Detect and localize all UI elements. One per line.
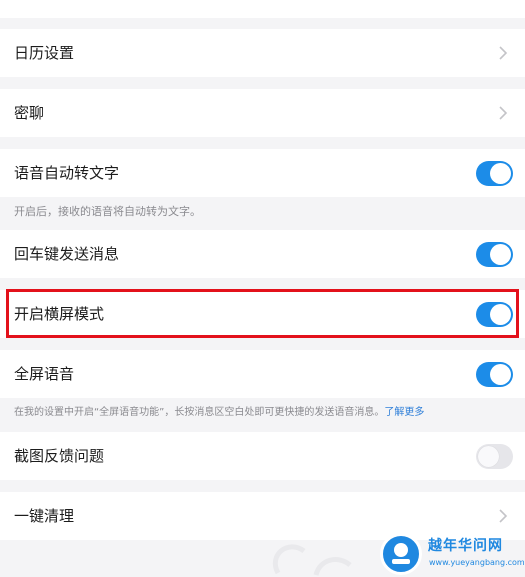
toggle-knob	[478, 446, 499, 467]
highlight-box	[6, 289, 519, 338]
secret-chat-label: 密聊	[14, 104, 45, 122]
fullscreen-voice-toggle[interactable]	[476, 362, 513, 387]
enter-send-row[interactable]: 回车键发送消息	[0, 230, 525, 278]
screenshot-feedback-label: 截图反馈问题	[14, 447, 105, 465]
fullscreen-voice-row[interactable]: 全屏语音	[0, 350, 525, 398]
voice-to-text-hint: 开启后，接收的语音将自动转为文字。	[14, 205, 201, 218]
screenshot-feedback-row[interactable]: 截图反馈问题	[0, 432, 525, 480]
toggle-knob	[490, 244, 511, 265]
enter-send-label: 回车键发送消息	[14, 245, 120, 263]
chevron-right-icon	[495, 105, 511, 121]
watermark-url: www.yueyangbang.com	[429, 558, 525, 567]
calendar-settings-label: 日历设置	[14, 44, 75, 62]
enter-send-toggle[interactable]	[476, 242, 513, 267]
fullscreen-voice-label: 全屏语音	[14, 365, 75, 383]
one-click-clean-label: 一键清理	[14, 507, 75, 525]
toggle-knob	[490, 364, 511, 385]
voice-to-text-row[interactable]: 语音自动转文字	[0, 149, 525, 197]
toggle-knob	[490, 163, 511, 184]
voice-to-text-label: 语音自动转文字	[14, 164, 120, 182]
watermark-logo-icon	[380, 533, 422, 575]
watermark-swirl-graphic	[272, 544, 352, 576]
secret-chat-row[interactable]: 密聊	[0, 89, 525, 137]
fullscreen-voice-hint: 在我的设置中开启“全屏语音功能”，长按消息区空白处即可更快捷的发送语音消息。了解…	[14, 405, 424, 421]
voice-to-text-toggle[interactable]	[476, 161, 513, 186]
fullscreen-voice-hint-text: 在我的设置中开启“全屏语音功能”，长按消息区空白处即可更快捷的发送语音消息。	[14, 407, 385, 418]
screenshot-feedback-toggle[interactable]	[476, 444, 513, 469]
chevron-right-icon	[495, 45, 511, 61]
top-partial-card	[0, 0, 525, 18]
calendar-settings-row[interactable]: 日历设置	[0, 29, 525, 77]
chevron-right-icon	[495, 508, 511, 524]
watermark-title: 越年华问网	[428, 538, 503, 554]
learn-more-link[interactable]: 了解更多	[384, 407, 424, 418]
